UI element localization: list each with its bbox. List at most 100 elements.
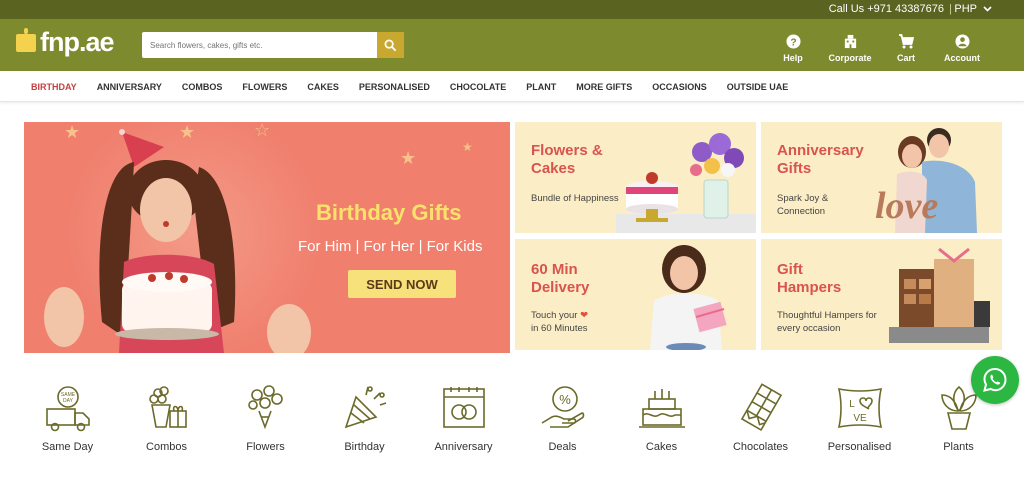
category-label: Personalised <box>827 441 892 453</box>
whatsapp-chat-button[interactable] <box>971 356 1019 404</box>
category-chocolates[interactable]: Chocolates <box>711 383 810 453</box>
category-nav: BIRTHDAY ANNIVERSARY COMBOS FLOWERS CAKE… <box>0 71 1024 102</box>
svg-text:love: love <box>875 185 938 227</box>
help-label: Help <box>783 53 803 63</box>
main-header: fnp.ae ? Help Corporate Cart Account <box>0 19 1024 71</box>
category-label: Cakes <box>645 441 678 453</box>
cake-icon <box>638 389 685 428</box>
currency-selector[interactable]: PHP <box>954 3 992 15</box>
category-label: Combos <box>146 441 187 453</box>
nav-plant[interactable]: PLANT <box>526 82 556 92</box>
deals-icon: % <box>541 386 584 428</box>
category-deals[interactable]: % Deals <box>513 383 612 453</box>
combos-icon <box>148 386 187 428</box>
category-label: Birthday <box>344 441 385 453</box>
cart-label: Cart <box>896 53 915 63</box>
help-link[interactable]: ? Help <box>763 34 823 63</box>
gift-hamper-image <box>889 247 990 343</box>
category-label: Plants <box>943 441 974 453</box>
category-label: Flowers <box>246 441 285 453</box>
tile-title: Gift Hampers <box>777 261 842 296</box>
tile-subtitle-part2: in 60 Minutes <box>531 323 588 334</box>
category-personalised[interactable]: L VE Personalised <box>810 383 909 453</box>
search-icon <box>384 39 397 51</box>
chocolate-icon <box>740 383 782 432</box>
svg-text:VE: VE <box>853 413 867 424</box>
nav-personalised[interactable]: PERSONALISED <box>359 82 430 92</box>
star-decoration-icon: ★ <box>400 148 417 168</box>
anniversary-gifts-tile[interactable]: Anniversary Gifts Spark Joy & Connection… <box>761 122 1002 233</box>
woman-with-gift-image <box>650 245 727 350</box>
nav-combos[interactable]: COMBOS <box>182 82 223 92</box>
search-button[interactable] <box>377 32 404 58</box>
tile-title: 60 Min Delivery <box>531 261 590 296</box>
party-popper-icon <box>344 386 386 429</box>
corporate-label: Corporate <box>828 53 872 63</box>
category-icons-row: SAME DAY Same Day Combos Flowers Birthday <box>18 383 1008 453</box>
account-label: Account <box>944 53 980 63</box>
svg-text:?: ? <box>790 37 796 48</box>
heart-icon: ❤ <box>580 310 589 321</box>
corporate-link[interactable]: Corporate <box>820 34 880 63</box>
hero-title: Birthday Gifts <box>316 200 462 225</box>
category-label: Chocolates <box>732 441 789 453</box>
rings-icon <box>442 387 485 428</box>
topbar-separator: | <box>949 3 952 15</box>
logo-text: fnp.ae <box>40 27 115 57</box>
account-icon <box>954 34 970 49</box>
category-same-day[interactable]: SAME DAY Same Day <box>18 383 117 453</box>
whatsapp-icon <box>983 367 1007 392</box>
tile-subtitle-part1: Touch your <box>531 310 578 321</box>
tile-title: Flowers & Cakes <box>531 142 603 177</box>
help-icon: ? <box>785 34 801 49</box>
tile-subtitle: Bundle of Happiness <box>531 193 619 204</box>
nav-chocolate[interactable]: CHOCOLATE <box>450 82 506 92</box>
category-label: Same Day <box>41 441 94 453</box>
top-bar: Call Us +971 43387676 | PHP <box>0 0 1024 19</box>
nav-flowers[interactable]: FLOWERS <box>242 82 287 92</box>
send-now-button[interactable]: SEND NOW <box>348 270 456 298</box>
nav-outside-uae[interactable]: OUTSIDE UAE <box>727 82 789 92</box>
logo[interactable]: fnp.ae <box>16 27 115 58</box>
category-cakes[interactable]: Cakes <box>612 383 711 453</box>
category-label: Anniversary <box>434 441 493 453</box>
svg-text:%: % <box>559 392 571 407</box>
cart-icon <box>899 34 914 49</box>
corporate-icon <box>844 34 856 49</box>
svg-text:DAY: DAY <box>63 398 74 404</box>
category-label: Deals <box>548 441 577 453</box>
tile-title: Anniversary Gifts <box>777 142 864 177</box>
hero-subtitle: For Him | For Her | For Kids <box>298 238 483 255</box>
tile-subtitle: Touch your ❤ in 60 Minutes <box>531 309 626 335</box>
nav-occasions[interactable]: OCCASIONS <box>652 82 707 92</box>
couple-with-love-balloon-image: love <box>875 128 977 233</box>
tile-subtitle: Spark Joy & Connection <box>777 193 829 217</box>
call-us-text[interactable]: Call Us +971 43387676 <box>829 3 944 15</box>
currency-label: PHP <box>954 3 977 15</box>
category-combos[interactable]: Combos <box>117 383 216 453</box>
cart-link[interactable]: Cart <box>876 34 936 63</box>
nav-anniversary[interactable]: ANNIVERSARY <box>97 82 162 92</box>
gift-hampers-tile[interactable]: Gift Hampers Thoughtful Hampers for ever… <box>761 239 1002 350</box>
nav-more-gifts[interactable]: MORE GIFTS <box>576 82 632 92</box>
category-anniversary[interactable]: Anniversary <box>414 383 513 453</box>
nav-birthday[interactable]: BIRTHDAY <box>31 82 77 92</box>
birthday-hero-banner[interactable]: ★ ★ ☆ ★ ★ Birthday Gifts For Him | For H… <box>24 122 510 353</box>
flowers-icon <box>247 385 283 430</box>
category-flowers[interactable]: Flowers <box>216 383 315 453</box>
60-min-delivery-tile[interactable]: 60 Min Delivery Touch your ❤ in 60 Minut… <box>515 239 756 350</box>
girl-with-cake-illustration <box>44 129 311 353</box>
love-cushion-icon: L VE <box>837 387 882 429</box>
category-birthday[interactable]: Birthday <box>315 383 414 453</box>
svg-text:L: L <box>849 399 855 410</box>
search-bar <box>142 32 404 58</box>
chevron-down-icon <box>983 6 992 12</box>
flowers-and-cake-image <box>616 133 756 233</box>
account-link[interactable]: Account <box>932 34 992 63</box>
gift-box-logo-icon <box>16 27 36 52</box>
flowers-cakes-tile[interactable]: Flowers & Cakes Bundle of Happiness <box>515 122 756 233</box>
search-input[interactable] <box>142 32 377 58</box>
nav-cakes[interactable]: CAKES <box>307 82 339 92</box>
tile-subtitle: Thoughtful Hampers for every occasion <box>777 310 877 334</box>
same-day-truck-icon: SAMEDAY <box>45 386 90 432</box>
